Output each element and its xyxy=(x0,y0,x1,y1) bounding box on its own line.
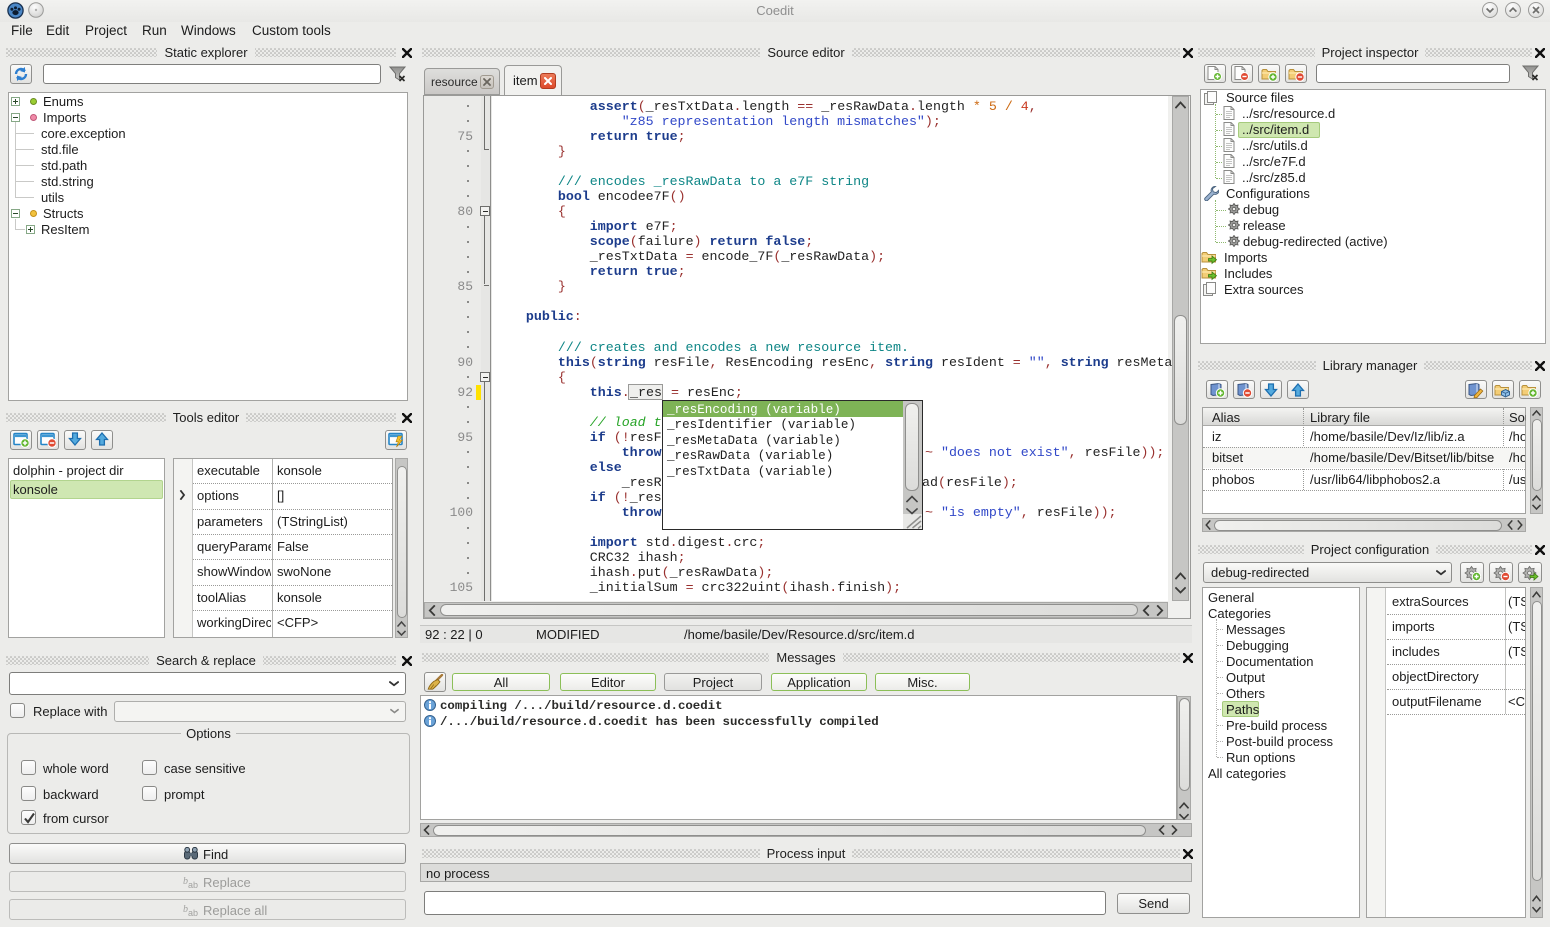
svg-text:ab: ab xyxy=(188,908,198,917)
svg-text:ab: ab xyxy=(188,880,198,889)
